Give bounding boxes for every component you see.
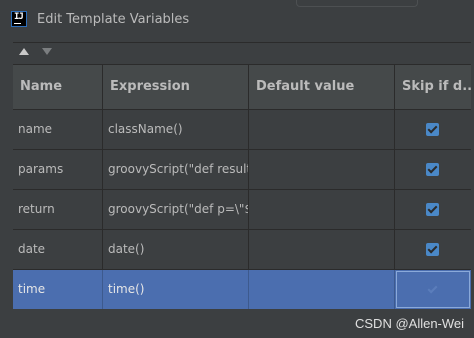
skip-if-defined-checkbox[interactable] <box>426 123 439 136</box>
skip-cell[interactable] <box>395 150 471 189</box>
table-row[interactable]: params groovyScript("def result... <box>13 149 471 189</box>
variable-name-cell[interactable]: return <box>13 190 103 229</box>
table-row[interactable]: date date() <box>13 229 471 269</box>
table-row-selected[interactable]: time time() <box>13 269 471 309</box>
column-header-skip-if-defined[interactable]: Skip if d... <box>395 65 471 109</box>
title-bar-decoration <box>296 0 418 7</box>
expression-cell[interactable]: className() <box>103 110 249 149</box>
watermark: CSDN @Allen-Wei <box>355 316 465 331</box>
column-header-expression[interactable]: Expression <box>103 65 249 109</box>
default-value-cell[interactable] <box>249 110 395 149</box>
skip-cell[interactable] <box>395 230 471 269</box>
expression-cell[interactable]: time() <box>103 270 249 309</box>
variable-name-cell[interactable]: name <box>13 110 103 149</box>
expression-cell[interactable]: groovyScript("def p=\"$... <box>103 190 249 229</box>
variable-name-cell[interactable]: time <box>13 270 103 309</box>
variables-table: Name Expression Default value Skip if d.… <box>13 64 471 313</box>
skip-if-defined-checkbox[interactable] <box>426 283 439 296</box>
move-down-icon[interactable] <box>42 48 52 55</box>
variable-name-cell[interactable]: date <box>13 230 103 269</box>
app-icon-underline <box>14 23 21 24</box>
column-header-name[interactable]: Name <box>13 65 103 109</box>
skip-if-defined-checkbox[interactable] <box>426 243 439 256</box>
expression-cell[interactable]: date() <box>103 230 249 269</box>
default-value-cell[interactable] <box>249 270 395 309</box>
skip-cell[interactable] <box>395 190 471 229</box>
dialog-title: Edit Template Variables <box>37 12 190 27</box>
table-toolbar <box>13 42 471 63</box>
title-bar: IJ Edit Template Variables <box>0 0 474 40</box>
app-icon-label: IJ <box>14 12 24 22</box>
variable-name-cell[interactable]: params <box>13 150 103 189</box>
skip-cell[interactable] <box>395 270 471 309</box>
table-row[interactable]: return groovyScript("def p=\"$... <box>13 189 471 229</box>
expression-cell[interactable]: groovyScript("def result... <box>103 150 249 189</box>
default-value-cell[interactable] <box>249 150 395 189</box>
default-value-cell[interactable] <box>249 230 395 269</box>
skip-cell[interactable] <box>395 110 471 149</box>
default-value-cell[interactable] <box>249 190 395 229</box>
move-up-icon[interactable] <box>19 48 29 55</box>
table-header: Name Expression Default value Skip if d.… <box>13 65 471 109</box>
intellij-app-icon: IJ <box>11 11 27 27</box>
skip-if-defined-checkbox[interactable] <box>426 203 439 216</box>
skip-if-defined-checkbox[interactable] <box>426 163 439 176</box>
column-header-default-value[interactable]: Default value <box>249 65 395 109</box>
table-row[interactable]: name className() <box>13 109 471 149</box>
